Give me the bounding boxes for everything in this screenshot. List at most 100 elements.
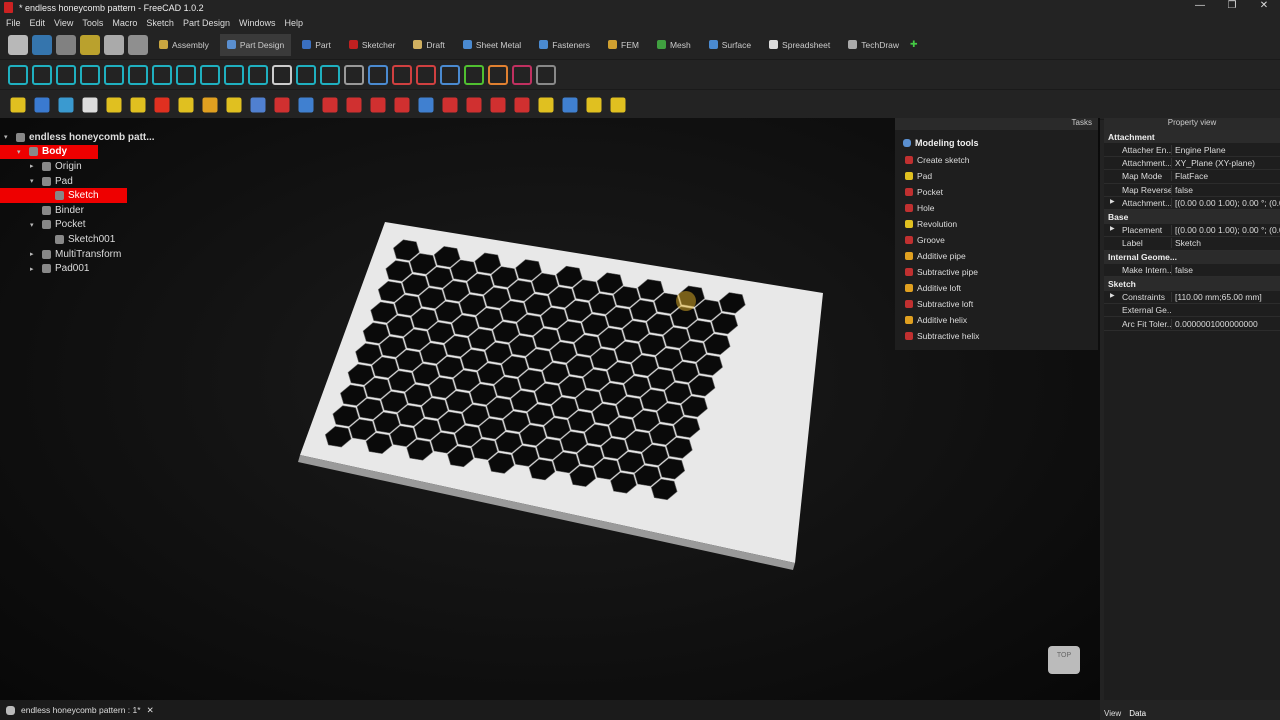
view-tool-21-icon[interactable] <box>512 64 532 85</box>
partdesign-tool-3-icon[interactable] <box>82 97 98 112</box>
tree-item-origin[interactable]: ▸ Origin <box>0 159 200 174</box>
property-value[interactable]: false <box>1171 265 1280 276</box>
menu-view[interactable]: View <box>54 18 73 28</box>
partdesign-tool-5-icon[interactable] <box>130 97 146 112</box>
partdesign-tool-8-icon[interactable] <box>202 97 218 112</box>
view-tool-16-icon[interactable] <box>392 64 412 85</box>
view-tool-10-icon[interactable] <box>248 64 268 85</box>
view-tool-15-icon[interactable] <box>368 64 388 85</box>
partdesign-tool-13-icon[interactable] <box>322 97 338 112</box>
view-tool-19-icon[interactable] <box>464 64 484 85</box>
tab-data[interactable]: Data <box>1129 709 1146 718</box>
tree-item-pad[interactable]: ▾ Pad <box>0 174 200 189</box>
property-value[interactable]: FlatFace <box>1171 171 1280 182</box>
partdesign-tool-0-icon[interactable] <box>10 97 26 112</box>
tool-revolution[interactable]: Revolution <box>895 216 1098 232</box>
tool-groove[interactable]: Groove <box>895 232 1098 248</box>
partdesign-tool-23-icon[interactable] <box>562 97 578 112</box>
view-tool-5-icon[interactable] <box>128 64 148 85</box>
tree-item-body[interactable]: ▾ Body <box>0 144 98 160</box>
expand-chevron-icon[interactable]: ▾ <box>30 221 38 229</box>
partdesign-tool-24-icon[interactable] <box>586 97 602 112</box>
partdesign-tool-10-icon[interactable] <box>250 97 266 112</box>
workbench-tab-fem[interactable]: FEM <box>601 34 646 56</box>
collapse-chevron-icon[interactable]: ▸ <box>30 162 38 170</box>
view-tool-18-icon[interactable] <box>440 64 460 85</box>
new-file-icon[interactable] <box>8 34 28 55</box>
partdesign-tool-25-icon[interactable] <box>610 97 626 112</box>
menu-part-design[interactable]: Part Design <box>183 18 230 28</box>
tree-item-sketch[interactable]: Sketch <box>0 188 127 203</box>
tool-subtractive-helix[interactable]: Subtractive helix <box>895 328 1098 344</box>
partdesign-tool-6-icon[interactable] <box>154 97 170 112</box>
tree-item-sketch001[interactable]: Sketch001 <box>0 232 200 247</box>
workbench-tab-sheet-metal[interactable]: Sheet Metal <box>456 34 528 56</box>
property-row[interactable]: ▶ Placement [(0.00 0.00 1.00); 0.00 °; (0.… <box>1104 224 1280 238</box>
open-file-icon[interactable] <box>32 34 52 55</box>
tool-additive-pipe[interactable]: Additive pipe <box>895 248 1098 264</box>
menu-windows[interactable]: Windows <box>239 18 276 28</box>
view-tool-0-icon[interactable] <box>8 64 28 85</box>
property-row[interactable]: ▶ Constraints [110.00 mm;65.00 mm] <box>1104 291 1280 305</box>
property-row[interactable]: External Ge... <box>1104 304 1280 318</box>
tool-subtractive-loft[interactable]: Subtractive loft <box>895 296 1098 312</box>
workbench-tab-surface[interactable]: Surface <box>702 34 758 56</box>
view-tool-1-icon[interactable] <box>32 64 52 85</box>
partdesign-tool-15-icon[interactable] <box>370 97 386 112</box>
partdesign-tool-17-icon[interactable] <box>418 97 434 112</box>
partdesign-tool-12-icon[interactable] <box>298 97 314 112</box>
property-value[interactable]: false <box>1171 184 1280 195</box>
partdesign-tool-14-icon[interactable] <box>346 97 362 112</box>
tree-item-pad001[interactable]: ▸ Pad001 <box>0 261 200 276</box>
view-tool-8-icon[interactable] <box>200 64 220 85</box>
view-tool-11-icon[interactable] <box>272 64 292 85</box>
workbench-tab-techdraw[interactable]: TechDraw <box>841 34 906 56</box>
property-value[interactable]: XY_Plane (XY-plane) <box>1171 157 1280 168</box>
tool-additive-helix[interactable]: Additive helix <box>895 312 1098 328</box>
expand-chevron-icon[interactable]: ▾ <box>30 177 38 185</box>
menu-help[interactable]: Help <box>284 18 303 28</box>
workbench-tab-fasteners[interactable]: Fasteners <box>532 34 597 56</box>
property-value[interactable]: 0.0000001000000000 <box>1171 318 1280 329</box>
partdesign-tool-1-icon[interactable] <box>34 97 50 112</box>
tool-additive-loft[interactable]: Additive loft <box>895 280 1098 296</box>
property-row[interactable]: Map Mode FlatFace <box>1104 170 1280 184</box>
tool-pad[interactable]: Pad <box>895 168 1098 184</box>
tool-create-sketch[interactable]: Create sketch <box>895 152 1098 168</box>
add-workbench-icon[interactable]: ✚ <box>910 39 918 50</box>
property-value[interactable]: Sketch <box>1171 238 1280 249</box>
view-tool-7-icon[interactable] <box>176 64 196 85</box>
maximize-button[interactable]: ❐ <box>1216 0 1248 11</box>
view-tool-3-icon[interactable] <box>80 64 100 85</box>
partdesign-tool-4-icon[interactable] <box>106 97 122 112</box>
partdesign-tool-19-icon[interactable] <box>466 97 482 112</box>
view-tool-14-icon[interactable] <box>344 64 364 85</box>
undo-icon[interactable] <box>80 34 100 55</box>
view-tool-4-icon[interactable] <box>104 64 124 85</box>
workbench-tab-part-design[interactable]: Part Design <box>219 33 292 56</box>
view-tool-9-icon[interactable] <box>224 64 244 85</box>
document-tab[interactable]: endless honeycomb pattern : 1* <box>21 705 141 715</box>
menu-sketch[interactable]: Sketch <box>146 18 174 28</box>
expand-arrow-icon[interactable]: ▶ <box>1110 292 1115 299</box>
partdesign-tool-22-icon[interactable] <box>538 97 554 112</box>
workbench-tab-assembly[interactable]: Assembly <box>152 34 216 56</box>
property-row[interactable]: Attachment... XY_Plane (XY-plane) <box>1104 157 1280 171</box>
property-row[interactable]: Arc Fit Toler... 0.0000001000000000 <box>1104 317 1280 331</box>
view-tool-20-icon[interactable] <box>488 64 508 85</box>
partdesign-tool-2-icon[interactable] <box>58 97 74 112</box>
tree-item-binder[interactable]: Binder <box>0 203 200 218</box>
tab-view[interactable]: View <box>1104 709 1121 718</box>
refresh-icon[interactable] <box>128 34 148 55</box>
tool-pocket[interactable]: Pocket <box>895 184 1098 200</box>
menu-macro[interactable]: Macro <box>112 18 137 28</box>
expand-chevron-icon[interactable]: ▾ <box>4 133 12 141</box>
close-tab-icon[interactable]: ✕ <box>147 705 154 716</box>
workbench-tab-mesh[interactable]: Mesh <box>650 34 698 56</box>
menu-tools[interactable]: Tools <box>82 18 103 28</box>
partdesign-tool-7-icon[interactable] <box>178 97 194 112</box>
tool-hole[interactable]: Hole <box>895 200 1098 216</box>
workbench-tab-part[interactable]: Part <box>295 34 338 56</box>
view-tool-12-icon[interactable] <box>296 64 316 85</box>
property-value[interactable]: [(0.00 0.00 1.00); 0.00 °; (0.0... <box>1171 224 1280 235</box>
